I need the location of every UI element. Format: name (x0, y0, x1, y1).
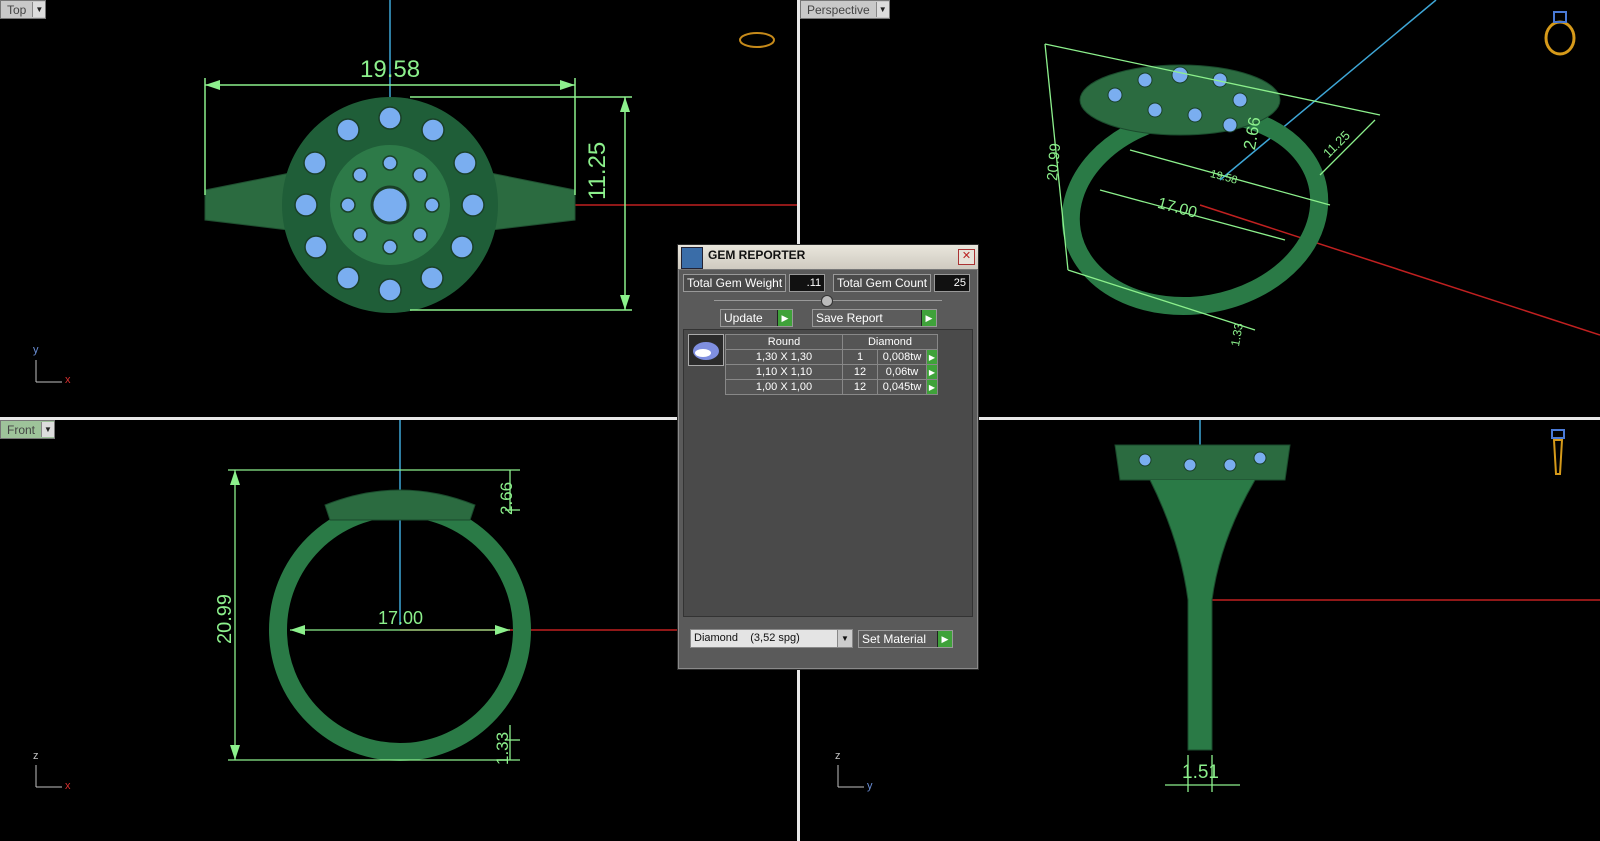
total-count-label: Total Gem Count (833, 274, 932, 292)
front-dim-inner: 17.00 (378, 608, 424, 628)
set-material-button[interactable]: Set Material ▶ (858, 630, 953, 648)
play-icon[interactable]: ▶ (926, 364, 938, 380)
header-material: Diamond (842, 334, 938, 350)
chevron-down-icon[interactable]: ▼ (837, 630, 852, 647)
front-dim-height: 20.99 (214, 593, 236, 644)
set-material-button-label: Set Material (862, 632, 927, 646)
play-icon: ▶ (921, 310, 936, 326)
perspective-viewport-label[interactable]: Perspective ▼ (800, 0, 890, 19)
update-button[interactable]: Update ▶ (720, 309, 793, 327)
gem-count: 12 (842, 364, 878, 380)
top-dim-width: 19.58 (360, 56, 421, 83)
save-report-button-label: Save Report (816, 311, 883, 325)
gem-table: Round Diamond 1,30 X 1,30 1 0,008tw ▶ 1,… (725, 334, 938, 395)
gem-list: Round Diamond 1,30 X 1,30 1 0,008tw ▶ 1,… (683, 329, 973, 617)
gem-size: 1,10 X 1,10 (725, 364, 843, 380)
gem-reporter-panel: GEM REPORTER ✕ Total Gem Weight .11 Tota… (677, 244, 979, 670)
gem-reporter-title: GEM REPORTER (708, 248, 806, 262)
chevron-down-icon[interactable]: ▼ (875, 2, 889, 17)
top-axis-y: y (33, 344, 39, 356)
chevron-down-icon[interactable]: ▼ (41, 422, 55, 437)
gem-thumbnail[interactable] (688, 334, 724, 366)
right-dim-band: 1.51 (1182, 762, 1219, 783)
gem-weight: 0,008tw (877, 349, 927, 365)
total-weight-group: Total Gem Weight .11 (683, 274, 826, 292)
gem-weight: 0,045tw (877, 379, 927, 395)
chevron-down-icon[interactable]: ▼ (32, 2, 46, 17)
gem-weight: 0,06tw (877, 364, 927, 380)
gem-reporter-logo-icon (681, 247, 703, 269)
top-nav-cube-icon (739, 32, 775, 48)
top-viewport-label-text: Top (7, 2, 27, 17)
round-gem-icon (693, 342, 719, 360)
play-icon: ▶ (777, 310, 792, 326)
top-axis-x: x (65, 374, 71, 386)
save-report-button[interactable]: Save Report ▶ (812, 309, 937, 327)
top-dim-height: 11.25 (584, 141, 611, 200)
ring-side-nav-icon[interactable] (1544, 426, 1574, 481)
gem-size: 1,30 X 1,30 (725, 349, 843, 365)
total-weight-label: Total Gem Weight (683, 274, 787, 292)
gem-reporter-slider-knob[interactable] (821, 295, 833, 307)
table-row[interactable]: 1,00 X 1,00 12 0,045tw ▶ (725, 379, 938, 395)
update-button-label: Update (724, 311, 763, 325)
table-row[interactable]: 1,10 X 1,10 12 0,06tw ▶ (725, 364, 938, 380)
front-dim-top: 2.66 (497, 481, 516, 515)
gem-table-header: Round Diamond (725, 334, 938, 350)
persp-dim-height: 20.99 (1044, 142, 1065, 182)
top-viewport-label[interactable]: Top ▼ (0, 0, 47, 19)
material-select-value: Diamond (3,52 spg) (694, 632, 800, 644)
front-axis-x: x (65, 780, 71, 792)
header-shape: Round (725, 334, 843, 350)
gem-count: 1 (842, 349, 878, 365)
close-icon[interactable]: ✕ (958, 249, 975, 265)
play-icon: ▶ (937, 631, 952, 647)
play-icon[interactable]: ▶ (926, 349, 938, 365)
gem-count: 12 (842, 379, 878, 395)
perspective-viewport-label-text: Perspective (807, 2, 870, 17)
play-icon[interactable]: ▶ (926, 379, 938, 395)
gem-size: 1,00 X 1,00 (725, 379, 843, 395)
table-row[interactable]: 1,30 X 1,30 1 0,008tw ▶ (725, 349, 938, 365)
front-dim-band: 1.33 (493, 731, 512, 765)
front-axis-z: z (33, 750, 39, 762)
material-select[interactable]: Diamond (3,52 spg) ▼ (690, 629, 853, 648)
right-axis-y: y (867, 780, 873, 792)
ring-nav-icon[interactable] (1540, 8, 1580, 58)
total-count-group: Total Gem Count 25 (833, 274, 971, 292)
gem-reporter-titlebar[interactable]: GEM REPORTER ✕ (678, 245, 978, 270)
front-viewport-label[interactable]: Front ▼ (0, 420, 56, 439)
right-axis-z: z (835, 750, 841, 762)
total-weight-value: .11 (789, 274, 826, 292)
front-viewport-label-text: Front (7, 422, 36, 437)
total-count-value: 25 (934, 274, 971, 292)
